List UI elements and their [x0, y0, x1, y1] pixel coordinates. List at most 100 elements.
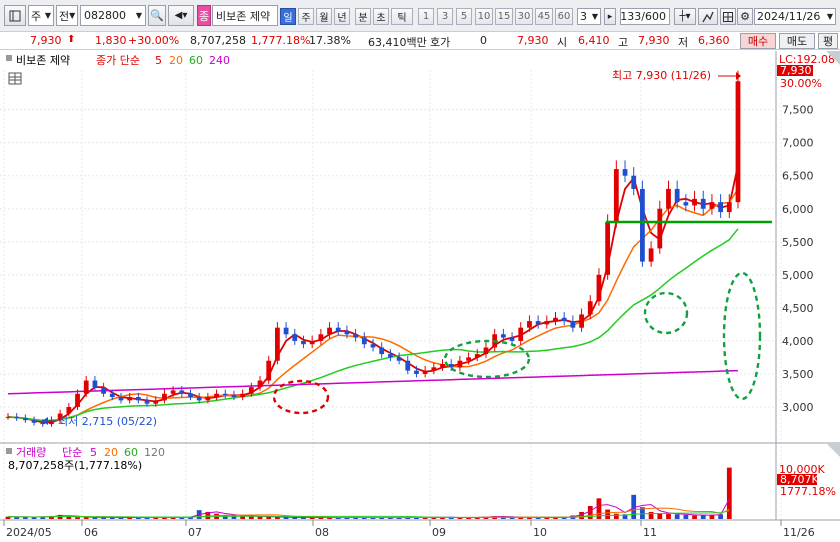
- period-second[interactable]: 초: [373, 8, 389, 25]
- volume-bar: [648, 511, 654, 519]
- candle: [640, 188, 645, 262]
- candle: [101, 387, 106, 394]
- table-icon[interactable]: [720, 8, 736, 25]
- candle: [127, 397, 133, 401]
- candle: [248, 387, 254, 394]
- minute-60[interactable]: 60: [555, 8, 573, 25]
- period-week[interactable]: 주: [298, 8, 314, 25]
- high-price: 7,930: [638, 34, 670, 47]
- chevron-down-icon: ▼: [69, 11, 76, 20]
- current-price: 7,930: [30, 34, 62, 47]
- speaker-icon[interactable]: ◀▾: [168, 5, 194, 26]
- candle: [222, 393, 228, 396]
- x-tick-label: 06: [84, 526, 98, 539]
- x-tick-label: 10: [533, 526, 547, 539]
- table-glyph: [723, 11, 733, 22]
- candle: [648, 248, 654, 262]
- candle: [231, 395, 237, 398]
- vol-ma120-label: 120: [144, 446, 165, 459]
- draw-line-icon[interactable]: [698, 8, 718, 25]
- candle: [31, 420, 37, 423]
- period-month[interactable]: 월: [316, 8, 332, 25]
- period-day[interactable]: 일: [280, 8, 296, 25]
- x-tick-label: 2024/05: [6, 526, 52, 539]
- candle: [14, 416, 20, 419]
- date-picker[interactable]: 2024/11/26 ▼: [754, 8, 836, 25]
- code-input[interactable]: 082800 ▼: [80, 5, 146, 26]
- candle: [726, 202, 732, 213]
- minute-1[interactable]: 1: [418, 8, 434, 25]
- menu-glyph: [9, 10, 21, 21]
- type-select[interactable]: 전 ▼: [56, 5, 78, 26]
- trade-amount: 63,410백만: [368, 36, 427, 49]
- search-icon[interactable]: 🔍: [148, 5, 166, 26]
- candle: [657, 208, 663, 249]
- candle: [109, 393, 115, 398]
- volume-bar: [266, 516, 272, 519]
- up-arrow-icon: ⬆: [67, 34, 76, 45]
- candle: [518, 327, 524, 341]
- candle: [361, 337, 367, 345]
- minute-30[interactable]: 30: [515, 8, 533, 25]
- vol-ma5-label: 5: [90, 446, 97, 459]
- candle: [66, 406, 72, 414]
- y-tick-label: 7,000: [782, 137, 814, 150]
- count-display: 133/600: [620, 8, 670, 25]
- ma20-label: 20: [169, 54, 183, 67]
- open-price: 6,410: [578, 34, 610, 47]
- x-tick-label: 07: [188, 526, 202, 539]
- candle: [327, 327, 332, 335]
- volume-bar: [248, 516, 254, 519]
- candle: [474, 354, 480, 358]
- period-minute[interactable]: 분: [355, 8, 371, 25]
- candle: [353, 334, 359, 338]
- candle: [535, 321, 541, 325]
- buy-button[interactable]: 매수: [740, 33, 776, 49]
- minute-45[interactable]: 45: [535, 8, 553, 25]
- ma240-label: 240: [209, 54, 230, 67]
- market-select[interactable]: 주 ▼: [28, 5, 54, 26]
- sell-button[interactable]: 매도: [779, 33, 815, 49]
- menu-icon[interactable]: [4, 5, 26, 26]
- candle: [466, 357, 471, 361]
- stock-name: 비보존 제약: [212, 5, 278, 26]
- volume-bar: [674, 514, 680, 519]
- y-tick-label: 6,000: [782, 203, 814, 216]
- crosshair-icon[interactable]: ┼▾: [674, 8, 696, 25]
- minute-10[interactable]: 10: [475, 8, 493, 25]
- y-tick-label: 4,500: [782, 302, 814, 315]
- minute-3[interactable]: 3: [437, 8, 453, 25]
- gear-icon[interactable]: ⚙: [737, 8, 753, 25]
- minute-5[interactable]: 5: [456, 8, 472, 25]
- volume-bar: [257, 516, 263, 519]
- volume-pct: 1,777.18%: [251, 34, 311, 47]
- volume-bar: [613, 513, 619, 519]
- y-tick-label: 6,500: [782, 170, 814, 183]
- period-year[interactable]: 년: [334, 8, 350, 25]
- high-label: 고: [618, 36, 629, 49]
- candle: [266, 360, 272, 381]
- quote-bar: 7,930 ⬆ 1,830 +30.00% 8,707,258 1,777.18…: [0, 32, 840, 50]
- period-tick[interactable]: 틱: [391, 8, 413, 25]
- hoga-label: 호가: [430, 36, 451, 49]
- turnover: 17.38%: [309, 34, 351, 47]
- chevron-right-icon[interactable]: ▸: [604, 8, 616, 25]
- flat-button[interactable]: 평: [818, 33, 838, 49]
- candle: [309, 340, 315, 345]
- stock-chart[interactable]: 7,500 7,000 6,500 6,000 5,500 5,000 4,500 4,000…: [0, 51, 840, 542]
- candle: [553, 317, 558, 322]
- volume-panel-name: 거래량: [16, 446, 46, 459]
- vol-ma20-label: 20: [104, 446, 118, 459]
- chevron-down-icon: ▼: [44, 11, 51, 20]
- candle: [196, 397, 202, 401]
- candle: [318, 334, 324, 341]
- volume-bar: [83, 517, 89, 519]
- y-tick-label: 4,000: [782, 335, 814, 348]
- x-tick-label: 08: [315, 526, 329, 539]
- hoga-value: 0: [480, 34, 487, 47]
- minute-15[interactable]: 15: [495, 8, 513, 25]
- date-value: 2024/11/26: [757, 10, 821, 23]
- candle: [692, 198, 697, 206]
- ma-label: 종가 단순: [96, 54, 140, 67]
- custom-period-select[interactable]: 3 ▼: [577, 8, 601, 25]
